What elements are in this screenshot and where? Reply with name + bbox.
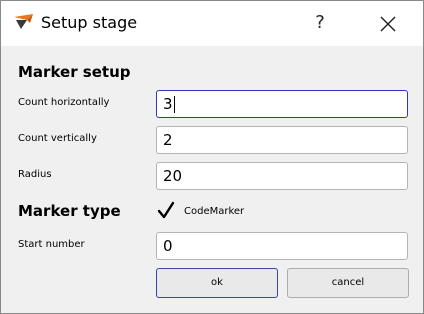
dialog-window: Setup stage ? Marker setup Count horizon… xyxy=(0,0,424,314)
dialog-content: Marker setup Count horizontally 3 Count … xyxy=(1,46,423,313)
count-vertically-input[interactable]: 2 xyxy=(156,126,408,154)
count-horizontally-value: 3 xyxy=(163,95,173,113)
title-bar[interactable]: Setup stage ? xyxy=(1,1,423,46)
start-number-label: Start number xyxy=(18,239,85,250)
checkmark-icon xyxy=(157,201,175,219)
marker-type-heading: Marker type xyxy=(18,202,121,220)
count-horizontally-input[interactable]: 3 xyxy=(156,90,408,118)
codemarker-checkbox[interactable] xyxy=(156,201,176,221)
app-logo-icon xyxy=(14,14,33,29)
window-title: Setup stage xyxy=(41,13,138,32)
marker-setup-heading: Marker setup xyxy=(18,63,131,81)
help-button[interactable]: ? xyxy=(307,9,333,37)
text-caret xyxy=(173,96,175,113)
close-icon[interactable] xyxy=(375,11,401,37)
start-number-input[interactable]: 0 xyxy=(156,232,408,260)
cancel-button[interactable]: cancel xyxy=(287,268,409,298)
ok-button[interactable]: ok xyxy=(156,268,278,298)
count-vertically-label: Count vertically xyxy=(18,133,97,144)
count-horizontally-label: Count horizontally xyxy=(18,97,110,108)
radius-input[interactable]: 20 xyxy=(156,162,408,190)
radius-label: Radius xyxy=(18,169,52,180)
codemarker-label[interactable]: CodeMarker xyxy=(184,206,244,217)
